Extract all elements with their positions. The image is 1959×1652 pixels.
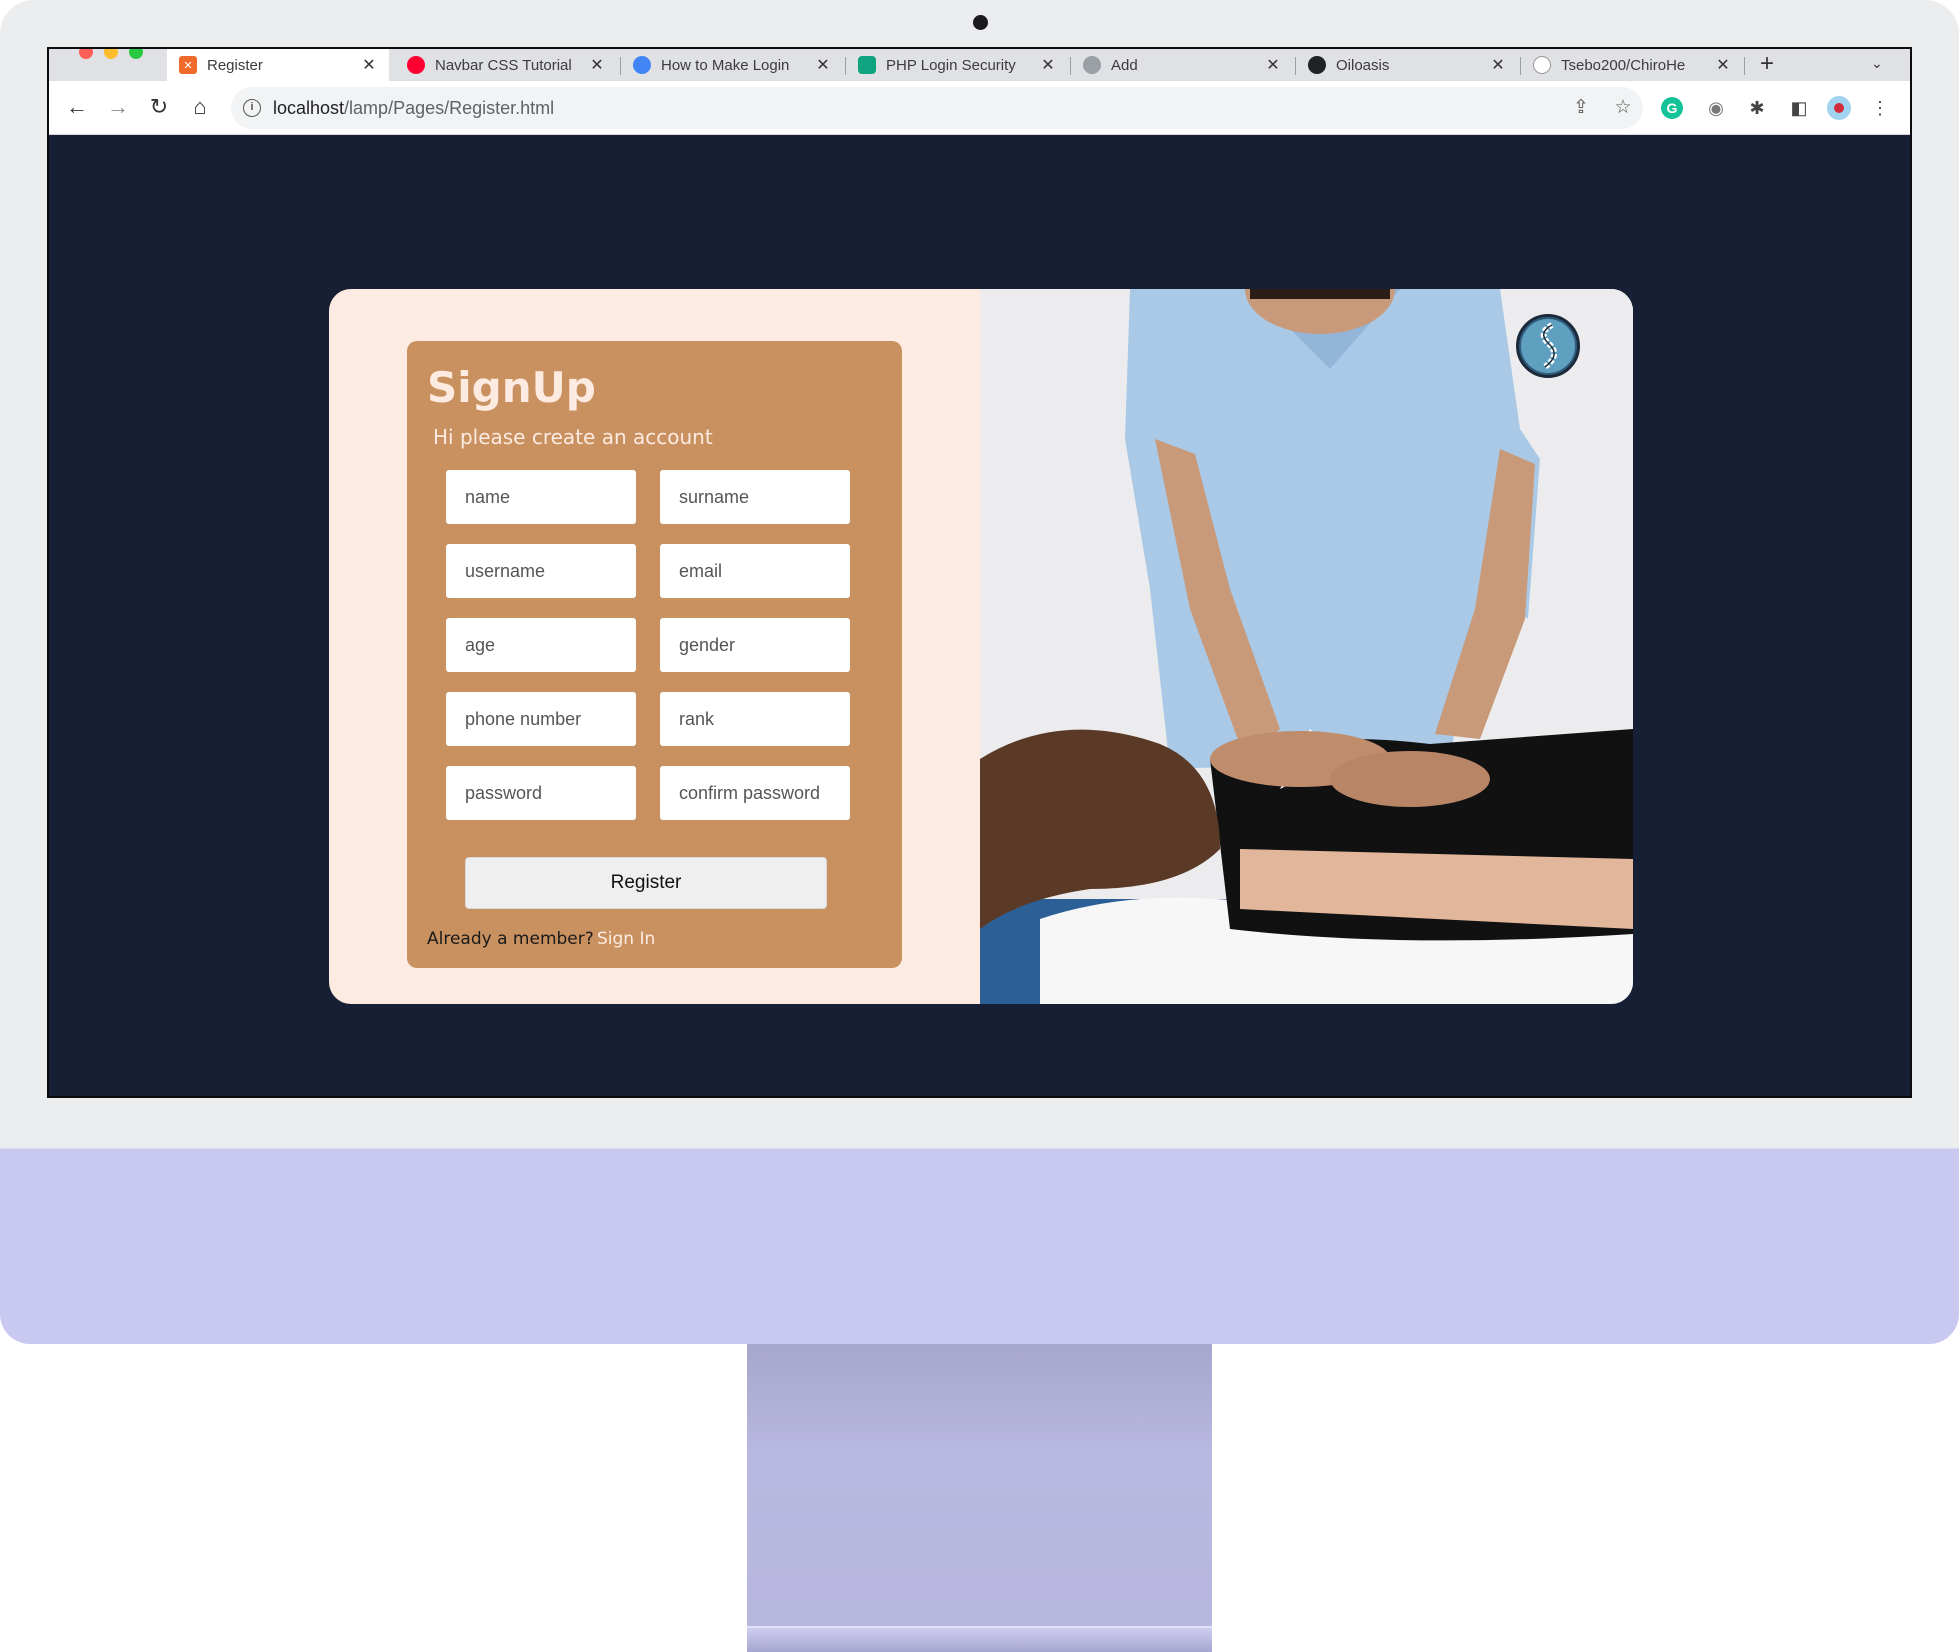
- page-title: SignUp: [427, 363, 596, 412]
- imac-stand: [747, 1344, 1212, 1626]
- tab-how-to-make-login[interactable]: How to Make Login ✕: [621, 49, 843, 81]
- close-icon[interactable]: ✕: [361, 55, 377, 75]
- tab-register[interactable]: ✕ Register ✕: [167, 49, 389, 81]
- tab-divider: [1744, 57, 1745, 75]
- home-icon[interactable]: ⌂: [186, 93, 214, 121]
- reload-icon[interactable]: ↻: [145, 93, 173, 121]
- extensions-puzzle-icon[interactable]: ✱: [1744, 95, 1770, 121]
- phone-number-input[interactable]: phone number: [446, 692, 636, 746]
- close-icon[interactable]: ✕: [1490, 55, 1506, 75]
- close-icon[interactable]: ✕: [1265, 55, 1281, 75]
- imac-chin: [0, 1148, 1959, 1344]
- close-icon[interactable]: ✕: [589, 55, 605, 75]
- profile-avatar-icon[interactable]: [1827, 96, 1851, 120]
- maximize-window-button[interactable]: [129, 49, 143, 59]
- close-icon[interactable]: ✕: [1715, 55, 1731, 75]
- forward-arrow-icon[interactable]: →: [104, 93, 132, 121]
- new-tab-button[interactable]: +: [1760, 49, 1774, 81]
- webcam: [973, 15, 988, 30]
- close-window-button[interactable]: [79, 49, 93, 59]
- xampp-icon: ✕: [179, 56, 197, 74]
- youtube-icon: [407, 56, 425, 74]
- address-bar[interactable]: i localhost/lamp/Pages/Register.html ⇪ ☆: [231, 87, 1643, 129]
- imac-stand-foot: [747, 1626, 1212, 1652]
- email-input[interactable]: email: [660, 544, 850, 598]
- spine-logo-icon: [1516, 314, 1580, 378]
- signup-form: SignUp Hi please create an account name …: [407, 341, 902, 968]
- tab-strip: ✕ Register ✕ Navbar CSS Tutorial ✕ How t…: [49, 49, 1910, 81]
- name-input[interactable]: name: [446, 470, 636, 524]
- chiropractic-adjustment-illustration: [980, 289, 1633, 1004]
- github-icon: [1533, 56, 1551, 74]
- password-input[interactable]: password: [446, 766, 636, 820]
- tab-github-chirohe[interactable]: Tsebo200/ChiroHe ✕: [1521, 49, 1743, 81]
- back-arrow-icon[interactable]: ←: [63, 93, 91, 121]
- register-button[interactable]: Register: [465, 857, 827, 909]
- tab-oiloasis[interactable]: Oiloasis ✕: [1296, 49, 1518, 81]
- rank-input[interactable]: rank: [660, 692, 850, 746]
- already-member-text: Already a member?: [427, 929, 594, 949]
- chatgpt-icon: [858, 56, 876, 74]
- signup-card: SignUp Hi please create an account name …: [329, 289, 1633, 1004]
- tab-php-login-security[interactable]: PHP Login Security ✕: [846, 49, 1068, 81]
- page-subtitle: Hi please create an account: [433, 425, 713, 449]
- globe-icon: [1083, 56, 1101, 74]
- kebab-menu-icon[interactable]: ⋮: [1867, 95, 1893, 121]
- surname-input[interactable]: surname: [660, 470, 850, 524]
- spine-glyph: [1521, 319, 1575, 373]
- browser-toolbar: ← → ↻ ⌂ i localhost/lamp/Pages/Register.…: [49, 81, 1910, 135]
- sign-in-link[interactable]: Sign In: [597, 929, 655, 949]
- confirm-password-input[interactable]: confirm password: [660, 766, 850, 820]
- tab-navbar-css[interactable]: Navbar CSS Tutorial ✕: [395, 49, 617, 81]
- close-icon[interactable]: ✕: [815, 55, 831, 75]
- browser-window: ✕ Register ✕ Navbar CSS Tutorial ✕ How t…: [47, 47, 1912, 1098]
- google-drive-icon: [633, 56, 651, 74]
- share-icon[interactable]: ⇪: [1569, 96, 1593, 120]
- username-input[interactable]: username: [446, 544, 636, 598]
- chiropractor-photo: [980, 289, 1633, 1004]
- grammarly-icon[interactable]: G: [1661, 97, 1683, 119]
- site-info-icon[interactable]: i: [243, 99, 261, 117]
- gender-input[interactable]: gender: [660, 618, 850, 672]
- close-icon[interactable]: ✕: [1040, 55, 1056, 75]
- minimize-window-button[interactable]: [104, 49, 118, 59]
- tab-add[interactable]: Add ✕: [1071, 49, 1293, 81]
- age-input[interactable]: age: [446, 618, 636, 672]
- bookmark-star-icon[interactable]: ☆: [1611, 96, 1635, 120]
- tab-search-button[interactable]: ⌄: [1871, 55, 1883, 72]
- camera-icon[interactable]: ◉: [1703, 95, 1729, 121]
- url-text[interactable]: localhost/lamp/Pages/Register.html: [273, 98, 554, 119]
- side-panel-icon[interactable]: ◧: [1786, 95, 1812, 121]
- oiloasis-icon: [1308, 56, 1326, 74]
